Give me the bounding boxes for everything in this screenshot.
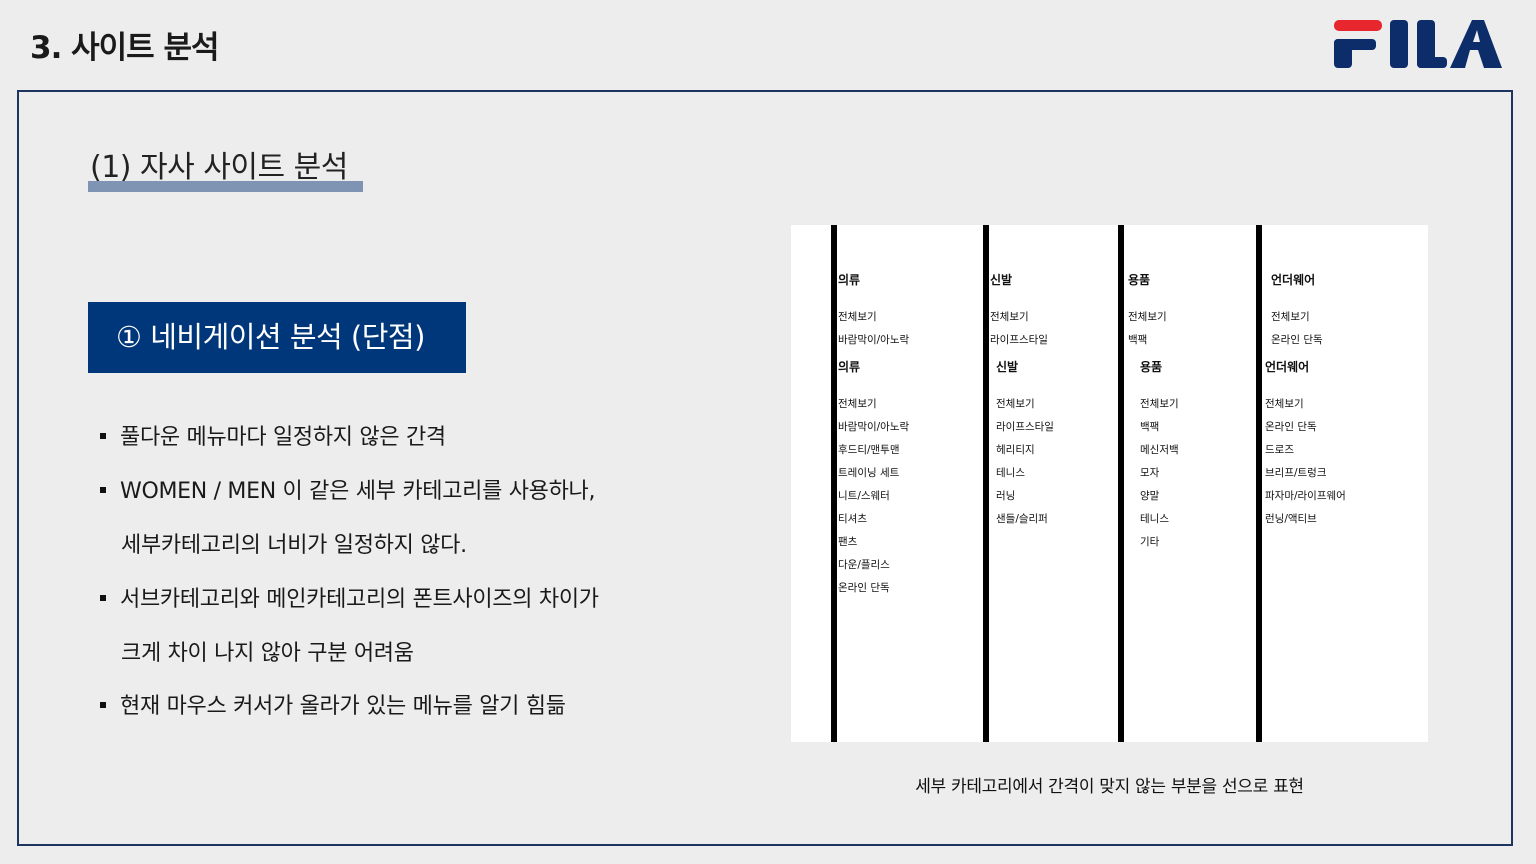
menu-category-heading: 의류 — [838, 273, 861, 287]
page-title: 3. 사이트 분석 — [30, 30, 220, 66]
menu-category-heading: 용품 — [1128, 273, 1151, 287]
menu-category-heading: 언더웨어 — [1265, 360, 1310, 374]
bullet-dot-icon — [100, 433, 106, 439]
menu-screenshot: 의류 전체보기 바람막이/아노락 신발 전체보기 라이프스타일 용품 전체보기 백팩 언더웨어 전체… — [791, 225, 1428, 742]
menu-subcategory-item: 전체보기 — [1140, 398, 1179, 410]
menu-category-heading: 언더웨어 — [1271, 273, 1316, 287]
menu-subcategory-item: 전체보기 — [838, 311, 877, 323]
menu-subcategory-item: 헤리티지 — [996, 444, 1035, 456]
menu-subcategory-item: 드로즈 — [1265, 444, 1294, 456]
menu-subcategory-item: 브리프/트렁크 — [1265, 467, 1327, 479]
menu-subcategory-item: 양말 — [1140, 490, 1160, 502]
menu-subcategory-item: 전체보기 — [1271, 311, 1310, 323]
menu-subcategory-item: 라이프스타일 — [990, 334, 1048, 346]
menu-subcategory-item: 온라인 단독 — [1271, 334, 1323, 346]
section-title: (1) 자사 사이트 분석 — [90, 150, 348, 185]
menu-category-heading: 용품 — [1140, 360, 1163, 374]
menu-category-heading: 신발 — [996, 360, 1019, 374]
menu-subcategory-item: 테니스 — [1140, 513, 1169, 525]
menu-subcategory-item: 샌들/슬리퍼 — [996, 513, 1048, 525]
bullet-dot-icon — [100, 595, 106, 601]
menu-subcategory-item: 백팩 — [1128, 334, 1148, 346]
menu-subcategory-item: 트레이닝 세트 — [838, 467, 900, 479]
bullet-item-continuation: 세부카테고리의 너비가 일정하지 않다. — [121, 533, 467, 558]
alignment-line — [983, 225, 989, 742]
image-caption: 세부 카테고리에서 간격이 맞지 않는 부분을 선으로 표현 — [915, 777, 1304, 797]
logo-l-foot — [1417, 57, 1447, 68]
bullet-item-continuation: 크게 차이 나지 않아 구분 어려움 — [121, 641, 414, 666]
bullet-item: WOMEN / MEN 이 같은 세부 카테고리를 사용하나, — [100, 473, 595, 505]
menu-subcategory-item: 런닝/액티브 — [1265, 513, 1317, 525]
bullet-dot-icon — [100, 702, 106, 708]
alignment-line — [831, 225, 837, 742]
menu-subcategory-item: 티셔츠 — [838, 513, 867, 525]
bullet-item: 서브카테고리와 메인카테고리의 폰트사이즈의 차이가 — [100, 581, 599, 613]
menu-subcategory-item: 모자 — [1140, 467, 1160, 479]
menu-subcategory-item: 다운/플리스 — [838, 559, 890, 571]
fila-logo — [1334, 20, 1502, 68]
menu-subcategory-item: 러닝 — [996, 490, 1016, 502]
alignment-line — [1118, 225, 1124, 742]
menu-subcategory-item: 후드티/맨투맨 — [838, 444, 900, 456]
alignment-line — [1256, 225, 1262, 742]
menu-subcategory-item: 전체보기 — [1128, 311, 1167, 323]
menu-category-heading: 신발 — [990, 273, 1013, 287]
menu-subcategory-item: 팬츠 — [838, 536, 858, 548]
menu-subcategory-item: 전체보기 — [990, 311, 1029, 323]
menu-subcategory-item: 바람막이/아노락 — [838, 334, 910, 346]
menu-subcategory-item: 전체보기 — [996, 398, 1035, 410]
menu-subcategory-item: 온라인 단독 — [1265, 421, 1317, 433]
menu-subcategory-item: 온라인 단독 — [838, 582, 890, 594]
menu-category-heading: 의류 — [838, 360, 861, 374]
menu-subcategory-item: 니트/스웨터 — [838, 490, 890, 502]
menu-subcategory-item: 전체보기 — [838, 398, 877, 410]
bullet-dot-icon — [100, 487, 106, 493]
menu-subcategory-item: 라이프스타일 — [996, 421, 1054, 433]
menu-subcategory-item: 테니스 — [996, 467, 1025, 479]
logo-f-mid-bar — [1334, 39, 1376, 50]
bullet-item: 현재 마우스 커서가 올라가 있는 메뉴를 알기 힘듦 — [100, 688, 566, 720]
logo-a — [1450, 20, 1502, 68]
menu-subcategory-item: 백팩 — [1140, 421, 1160, 433]
menu-subcategory-item: 바람막이/아노락 — [838, 421, 910, 433]
menu-subcategory-item: 전체보기 — [1265, 398, 1304, 410]
bullet-item: 풀다운 메뉴마다 일정하지 않은 간격 — [100, 419, 446, 451]
navigation-analysis-banner: ① 네비게이션 분석 (단점) — [88, 302, 466, 373]
menu-subcategory-item: 메신저백 — [1140, 444, 1179, 456]
logo-f-top-bar — [1334, 20, 1382, 31]
menu-subcategory-item: 파자마/라이프웨어 — [1265, 490, 1346, 502]
menu-subcategory-item: 기타 — [1140, 536, 1160, 548]
logo-i — [1390, 20, 1408, 68]
